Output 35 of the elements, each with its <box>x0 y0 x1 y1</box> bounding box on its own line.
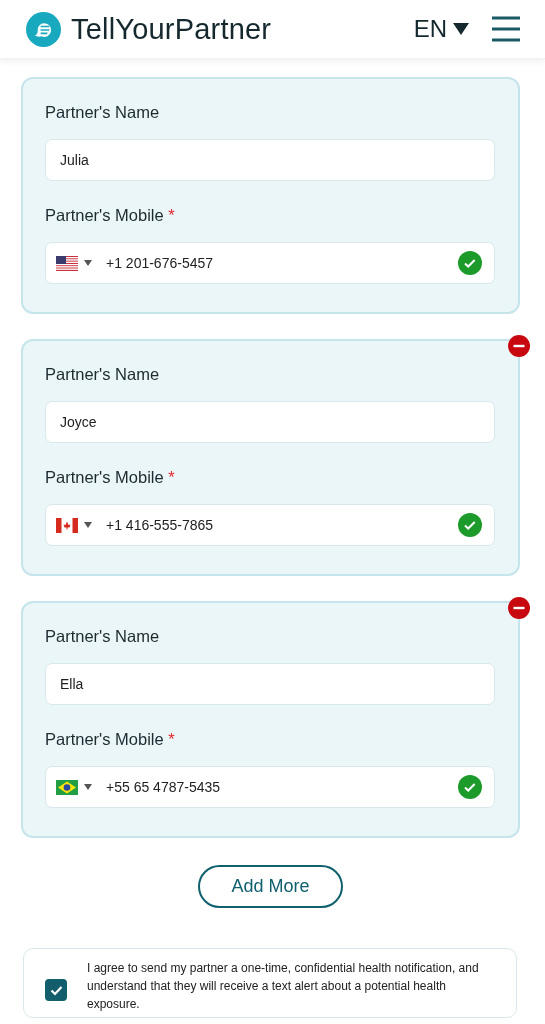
name-field[interactable]: Joyce <box>45 401 495 443</box>
language-selector[interactable]: EN <box>413 15 469 43</box>
name-field[interactable]: Julia <box>45 139 495 181</box>
phone-number: +55 65 4787-5435 <box>106 779 222 795</box>
remove-icon[interactable] <box>508 335 530 357</box>
mobile-field[interactable]: +1 416-555-7865 <box>45 504 495 546</box>
add-more-button[interactable]: Add More <box>198 865 343 908</box>
check-icon <box>49 984 63 996</box>
caret-icon <box>453 23 469 35</box>
mobile-field[interactable]: +1 201-676-5457 <box>45 242 495 284</box>
consent-text: I agree to send my partner a one-time, confidential health notification, and understand that they will receive a text alert about a potential health exposure. <box>87 960 480 1013</box>
mobile-field[interactable]: +55 65 4787-5435 <box>45 766 495 808</box>
name-field[interactable]: Ella <box>45 663 495 705</box>
caret-icon <box>84 522 92 528</box>
field-label: Partner's Name <box>45 365 161 384</box>
brand-name: TellYourPartner <box>71 12 272 46</box>
country-selector[interactable] <box>56 779 92 795</box>
field-label: Partner's Mobile * <box>45 468 176 487</box>
field-label: Partner's Mobile * <box>45 206 176 225</box>
remove-icon[interactable] <box>508 597 530 619</box>
field-label: Partner's Mobile * <box>45 730 176 749</box>
brazil-flag-icon <box>56 779 78 795</box>
caret-icon <box>84 260 92 266</box>
us-flag-icon <box>56 255 78 271</box>
phone-number: +1 416-555-7865 <box>106 517 215 533</box>
chat-logo-icon <box>26 11 61 47</box>
menu-icon[interactable] <box>491 16 521 42</box>
consent-checkbox[interactable] <box>45 979 67 1001</box>
canada-flag-icon <box>56 517 78 533</box>
caret-icon <box>84 784 92 790</box>
country-selector[interactable] <box>56 255 92 271</box>
field-label: Partner's Name <box>45 627 161 646</box>
phone-number: +1 201-676-5457 <box>106 255 215 271</box>
country-selector[interactable] <box>56 517 92 533</box>
field-label: Partner's Name <box>45 103 161 122</box>
